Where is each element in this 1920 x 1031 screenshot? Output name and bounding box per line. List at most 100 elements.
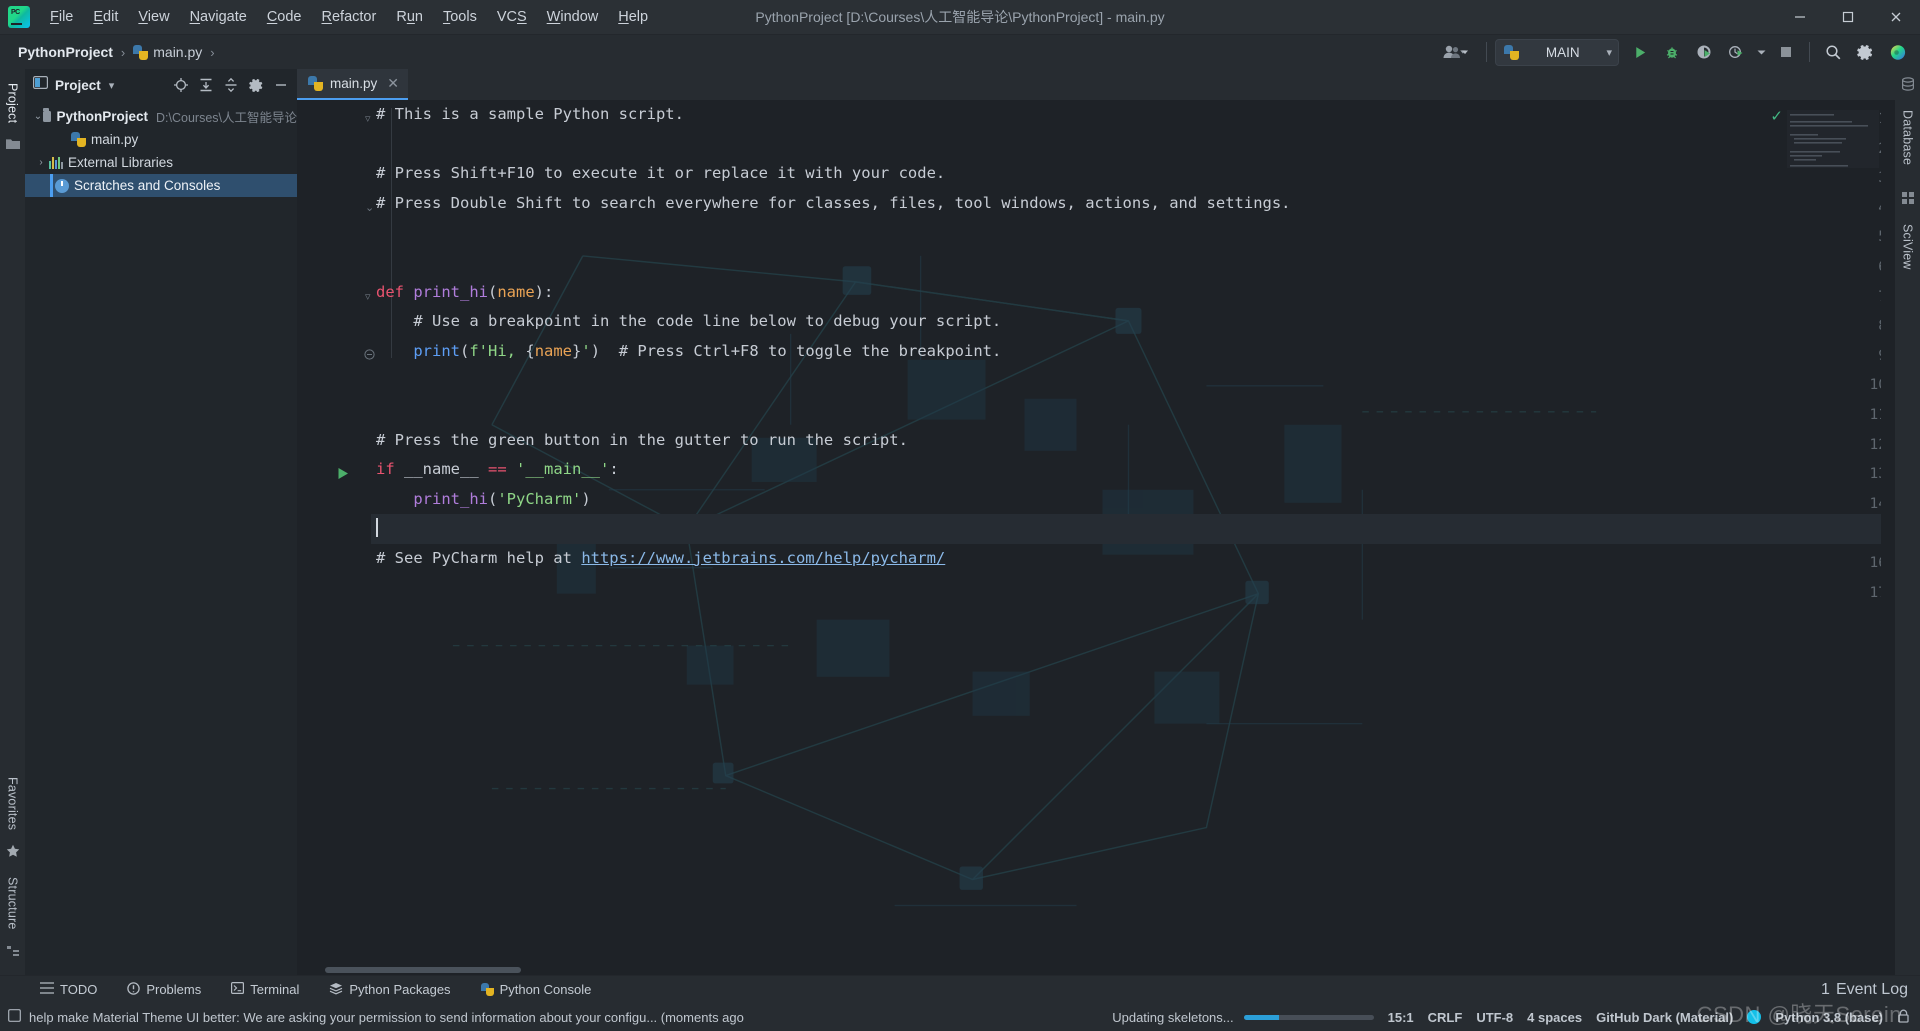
close-icon[interactable]: ✕ <box>387 75 399 92</box>
strip-button-structure[interactable]: Structure <box>6 869 20 938</box>
menu-tools[interactable]: Tools <box>433 5 487 29</box>
lock-icon[interactable] <box>1897 1009 1910 1026</box>
code-fold-handle-icon[interactable]: ▿ <box>365 283 371 313</box>
expand-all-icon[interactable] <box>194 73 218 97</box>
stop-button[interactable] <box>1771 37 1801 67</box>
line-separator[interactable]: CRLF <box>1428 1010 1463 1025</box>
libraries-icon <box>49 156 63 169</box>
chevron-right-icon[interactable]: › <box>33 157 49 168</box>
error-stripe-marker-bar[interactable] <box>1881 100 1895 964</box>
notification-message[interactable]: help make Material Theme UI better: We a… <box>8 1009 744 1025</box>
main-menu[interactable]: File Edit View Navigate Code Refactor Ru… <box>40 5 658 29</box>
tool-window-todo[interactable]: TODO <box>36 979 101 1000</box>
star-icon[interactable] <box>6 844 20 863</box>
editor-gutter[interactable] <box>297 100 371 964</box>
code-line[interactable]: if __name__ == '__main__': <box>371 455 1895 485</box>
maximize-button[interactable] <box>1824 0 1872 35</box>
menu-code[interactable]: Code <box>257 5 312 29</box>
code-line[interactable]: def print_hi(name): <box>371 278 1895 308</box>
code-line[interactable]: print_hi('PyCharm') <box>371 485 1895 515</box>
code-token: https://www.jetbrains.com/help/pycharm/ <box>581 548 946 567</box>
file-encoding[interactable]: UTF-8 <box>1476 1010 1513 1025</box>
theme-indicator[interactable]: GitHub Dark (Material) <box>1596 1010 1733 1025</box>
user-accounts-icon[interactable] <box>1434 37 1478 67</box>
code-line[interactable]: # Press Shift+F10 to execute it or repla… <box>371 159 1895 189</box>
code-fold-handle-icon[interactable]: ▿ <box>365 105 371 135</box>
code-text[interactable]: # This is a sample Python script. # Press… <box>371 100 1895 964</box>
database-icon[interactable] <box>1901 77 1915 96</box>
code-line[interactable]: # Press the green button in the gutter t… <box>371 426 1895 456</box>
tree-row-external-libraries[interactable]: › External Libraries <box>25 151 297 174</box>
python-interpreter[interactable]: Python 3.8 (base) <box>1775 1010 1883 1025</box>
minimize-button[interactable] <box>1776 0 1824 35</box>
structure-icon[interactable] <box>6 944 20 963</box>
tool-window-terminal[interactable]: Terminal <box>227 979 303 1000</box>
code-editor[interactable]: 1234567891011121314151617 ▿⌄▿ # This is … <box>297 100 1895 964</box>
breadcrumb-project[interactable]: PythonProject <box>18 44 113 60</box>
collapse-all-icon[interactable] <box>219 73 243 97</box>
run-button[interactable] <box>1625 37 1655 67</box>
code-line[interactable]: print(f'Hi, {name}') # Press Ctrl+F8 to … <box>371 337 1895 367</box>
window-controls[interactable] <box>1776 0 1920 35</box>
code-line[interactable] <box>371 366 1895 396</box>
code-line[interactable]: # Press Double Shift to search everywher… <box>371 189 1895 219</box>
indent-setting[interactable]: 4 spaces <box>1527 1010 1582 1025</box>
tree-row-pythonproject[interactable]: ⌄ PythonProject D:\Courses\人工智能导论 <box>25 105 297 128</box>
run-configuration-selector[interactable]: MAIN ▾ <box>1495 38 1619 66</box>
code-line[interactable]: # This is a sample Python script. <box>371 100 1895 130</box>
project-folder-icon[interactable] <box>5 137 20 155</box>
main-body: Project Favorites Structure Project ▾ ⌄ … <box>0 69 1920 975</box>
run-with-coverage-button[interactable] <box>1689 37 1719 67</box>
debug-button[interactable] <box>1657 37 1687 67</box>
menu-run[interactable]: Run <box>386 5 433 29</box>
profile-dropdown-chevron-icon[interactable] <box>1753 37 1769 67</box>
code-line[interactable] <box>371 396 1895 426</box>
tool-window-python-console[interactable]: Python Console <box>477 979 596 1000</box>
event-log-button[interactable]: 1 Event Log <box>1821 981 1920 999</box>
code-minimap[interactable] <box>1787 110 1879 168</box>
menu-vcs[interactable]: VCS <box>487 5 537 29</box>
ide-assistant-button[interactable] <box>1882 37 1912 67</box>
code-line[interactable]: # See PyCharm help at https://www.jetbra… <box>371 544 1895 574</box>
settings-button[interactable] <box>1850 37 1880 67</box>
chevron-down-icon[interactable]: ▾ <box>109 79 115 92</box>
menu-help[interactable]: Help <box>608 5 658 29</box>
tool-window-python-packages[interactable]: Python Packages <box>325 979 454 1001</box>
menu-view[interactable]: View <box>128 5 179 29</box>
scrollbar-thumb[interactable] <box>325 967 521 973</box>
menu-window[interactable]: Window <box>537 5 609 29</box>
menu-refactor[interactable]: Refactor <box>312 5 387 29</box>
horizontal-scrollbar[interactable] <box>297 964 1895 975</box>
tree-row-mainpy[interactable]: main.py <box>25 128 297 151</box>
strip-button-project[interactable]: Project <box>6 75 20 131</box>
code-line[interactable]: # Use a breakpoint in the code line belo… <box>371 307 1895 337</box>
caret-position[interactable]: 15:1 <box>1388 1010 1414 1025</box>
editor-tab-mainpy[interactable]: main.py ✕ <box>297 69 409 100</box>
code-token: ( <box>487 489 498 508</box>
tree-row-scratches-and-consoles[interactable]: Scratches and Consoles <box>25 174 297 197</box>
close-button[interactable] <box>1872 0 1920 35</box>
menu-navigate[interactable]: Navigate <box>180 5 257 29</box>
code-line[interactable] <box>371 218 1895 248</box>
hide-panel-icon[interactable] <box>269 73 293 97</box>
code-line[interactable] <box>371 130 1895 160</box>
code-line[interactable] <box>371 248 1895 278</box>
strip-button-database[interactable]: Database <box>1901 102 1915 173</box>
breadcrumb-file[interactable]: main.py <box>133 44 202 60</box>
panel-settings-gear-icon[interactable] <box>244 73 268 97</box>
code-line[interactable] <box>371 574 1895 604</box>
tool-window-problems[interactable]: Problems <box>123 979 205 1001</box>
profile-button[interactable] <box>1721 37 1751 67</box>
strip-button-favorites[interactable]: Favorites <box>6 769 20 838</box>
inspection-ok-icon[interactable]: ✓ <box>1770 107 1783 125</box>
code-line[interactable] <box>371 514 1895 544</box>
gutter-run-arrow-icon[interactable] <box>337 460 349 490</box>
search-everywhere-button[interactable] <box>1818 37 1848 67</box>
chevron-down-icon[interactable]: ⌄ <box>33 111 43 122</box>
menu-file[interactable]: File <box>40 5 83 29</box>
sciview-grid-icon[interactable] <box>1901 191 1915 210</box>
background-task-progress[interactable]: Updating skeletons... <box>1112 1010 1374 1025</box>
menu-edit[interactable]: Edit <box>83 5 128 29</box>
strip-button-sciview[interactable]: SciView <box>1901 216 1915 278</box>
scroll-from-source-icon[interactable] <box>169 73 193 97</box>
